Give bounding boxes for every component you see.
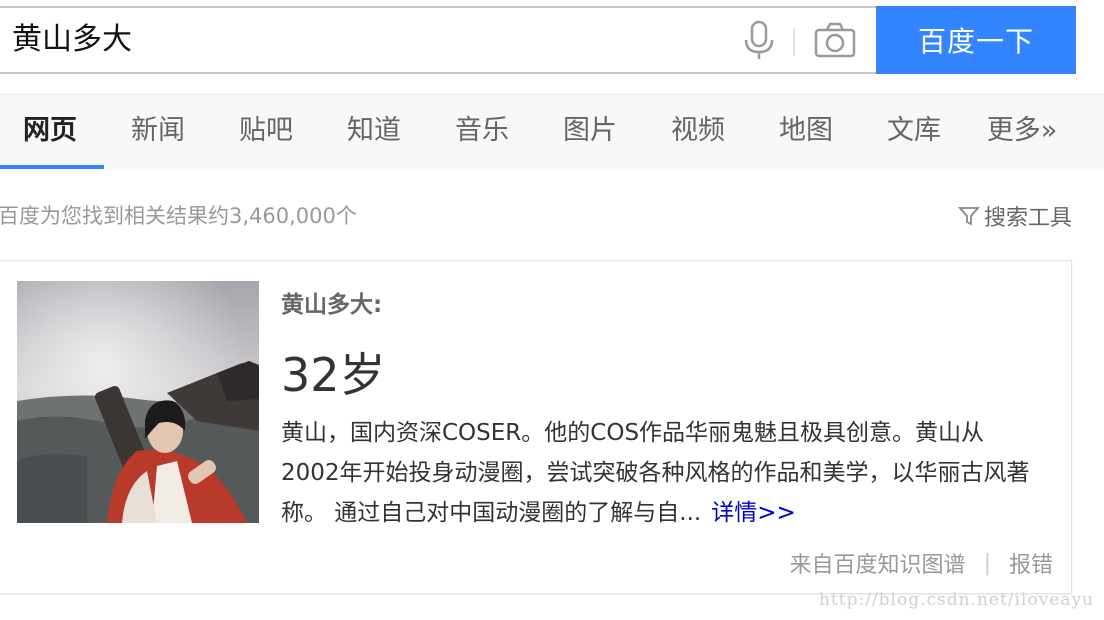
microphone-icon[interactable]: [742, 20, 776, 60]
card-footer: 来自百度知识图谱 | 报错: [790, 547, 1053, 579]
search-tools-label: 搜索工具: [983, 206, 1072, 231]
tab-images[interactable]: 图片: [540, 95, 640, 171]
photo-illustration: [17, 281, 259, 523]
tab-bar: 网页 新闻 贴吧 知道 音乐 图片 视频 地图 文库 更多»: [0, 94, 1104, 170]
filter-icon: [958, 207, 980, 226]
search-divider: [793, 28, 795, 56]
card-title: 黄山多大:: [281, 292, 383, 318]
card-description: 黄山，国内资深COSER。他的COS作品华丽鬼魅且极具创意。黄山从2002年开始…: [281, 413, 1041, 533]
tab-zhidao[interactable]: 知道: [324, 95, 424, 171]
tab-tieba[interactable]: 贴吧: [216, 95, 316, 171]
search-results-page: 百度一下 网页 新闻 贴吧 知道 音乐 图片 视频 地图 文库 更多» 百度为您…: [0, 0, 1104, 620]
result-count: 百度为您找到相关结果约3,460,000个: [0, 204, 357, 228]
card-answer: 32岁: [281, 348, 386, 402]
card-description-text: 黄山，国内资深COSER。他的COS作品华丽鬼魅且极具创意。黄山从2002年开始…: [281, 420, 1030, 526]
tab-more[interactable]: 更多»: [972, 95, 1072, 171]
watermark: http://blog.csdn.net/iloveayu: [818, 590, 1094, 610]
search-button[interactable]: 百度一下: [876, 6, 1076, 74]
card-photo[interactable]: [17, 281, 259, 523]
tab-music[interactable]: 音乐: [432, 95, 532, 171]
footer-separator: |: [983, 550, 991, 576]
active-tab-indicator: [0, 165, 104, 169]
search-input[interactable]: [12, 8, 712, 72]
source-link[interactable]: 来自百度知识图谱: [790, 547, 966, 579]
tab-news[interactable]: 新闻: [108, 95, 208, 171]
search-bar: 百度一下: [0, 6, 1104, 74]
detail-link[interactable]: 详情>>: [711, 500, 796, 526]
tab-map[interactable]: 地图: [756, 95, 856, 171]
tab-video[interactable]: 视频: [648, 95, 748, 171]
report-link[interactable]: 报错: [1009, 547, 1053, 579]
search-tools-button[interactable]: 搜索工具: [958, 200, 1072, 232]
tab-web[interactable]: 网页: [0, 95, 100, 171]
camera-icon[interactable]: [814, 22, 856, 58]
tab-wenku[interactable]: 文库: [864, 95, 964, 171]
knowledge-card: 黄山多大: 32岁 黄山，国内资深COSER。他的COS作品华丽鬼魅且极具创意。…: [0, 260, 1072, 594]
